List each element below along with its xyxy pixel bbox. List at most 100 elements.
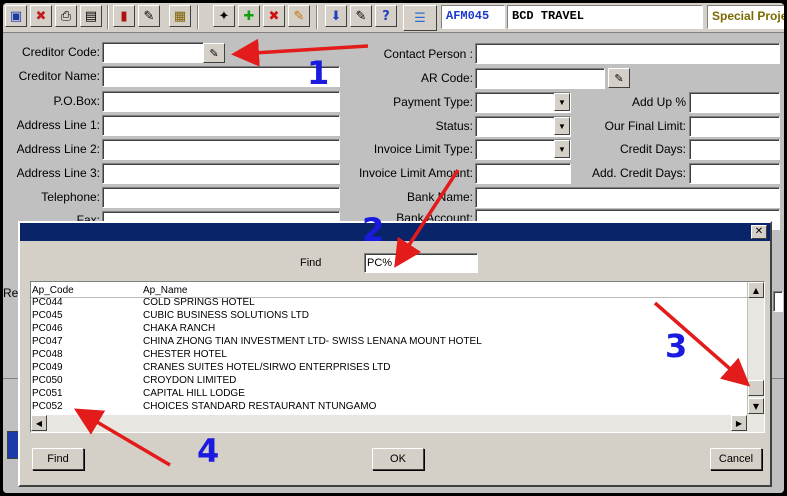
column-header-ap-name[interactable]: Ap_Name [143,285,187,296]
hidden-field [773,291,783,312]
exit-door-icon[interactable]: ▮ [113,5,135,27]
print-icon[interactable]: ⎙ [55,5,77,27]
creditor-lookup-dialog: ✕ Find PC% Ap_Code Ap_Name PC044 COLD SPR… [18,221,772,487]
toolbar-separator [316,5,318,29]
document-list-icon[interactable]: ☰ [403,5,437,31]
delete-record-icon[interactable]: ✖ [30,5,52,27]
ok-button[interactable]: OK [372,448,424,470]
add-icon[interactable]: ✚ [238,5,260,27]
chevron-down-icon[interactable]: ▼ [554,140,570,158]
results-grid: Ap_Code Ap_Name PC044 COLD SPRINGS HOTEL … [30,281,765,433]
bank-name-label: Bank Name: [406,190,473,204]
table-row[interactable]: PC046 CHAKA RANCH [31,323,749,336]
cancel-button[interactable]: Cancel [710,448,762,470]
annotation-number-1: 1 [307,54,330,92]
final-limit-label: Our Final Limit: [604,119,686,133]
ar-code-lookup-icon[interactable]: ✎ [608,68,630,88]
credit-days-input[interactable] [689,139,780,160]
bank-name-input[interactable] [475,187,780,208]
scroll-left-icon[interactable]: ◀ [31,415,47,431]
grid-header: Ap_Code Ap_Name [31,284,749,298]
wand-icon[interactable]: ✦ [213,5,235,27]
address-line-2-input[interactable] [102,139,340,160]
table-row[interactable]: PC052 CHOICES STANDARD RESTAURANT NTUNGAM… [31,401,749,414]
annotation-number-2: 2 [362,211,385,249]
toolbar-separator [197,5,199,29]
scroll-up-icon[interactable]: ▲ [748,282,764,298]
ap-code-cell: PC050 [32,375,63,386]
module-code: AFM045 [441,5,505,29]
table-row[interactable]: PC047 CHINA ZHONG TIAN INVESTMENT LTD- SW… [31,336,749,349]
close-icon[interactable]: ✕ [751,225,767,239]
address-line-3-label: Address Line 3: [16,166,100,180]
help-icon[interactable]: ? [375,5,397,27]
vertical-scrollbar[interactable]: ▲ ▼ [747,282,764,415]
ap-name-cell: CUBIC BUSINESS SOLUTIONS LTD [143,310,309,321]
chevron-down-icon[interactable]: ▼ [554,117,570,135]
ap-code-cell: PC051 [32,388,63,399]
ap-code-cell: PC048 [32,349,63,360]
table-row[interactable]: PC050 CROYDON LIMITED [31,375,749,388]
table-row[interactable]: PC045 CUBIC BUSINESS SOLUTIONS LTD [31,310,749,323]
scroll-down-icon[interactable]: ▼ [748,398,764,414]
po-box-input[interactable] [102,91,340,112]
toolbar-separator [107,5,109,29]
ar-code-label: AR Code: [420,71,473,85]
final-limit-input[interactable] [689,116,780,137]
annotation-number-3: 3 [665,327,688,365]
chevron-down-icon[interactable]: ▼ [554,93,570,111]
table-row[interactable]: PC048 CHESTER HOTEL [31,349,749,362]
creditor-code-input[interactable] [102,42,204,63]
ap-code-cell: PC049 [32,362,63,373]
pen-icon[interactable]: ✎ [138,5,160,27]
add-credit-days-input[interactable] [689,163,780,184]
scroll-right-icon[interactable]: ▶ [731,415,747,431]
address-line-2-label: Address Line 2: [16,142,100,156]
cancel-icon[interactable]: ✖ [263,5,285,27]
notes-icon[interactable]: ✎ [350,5,372,27]
ap-name-cell: CHESTER HOTEL [143,349,227,360]
contact-person-label: Contact Person : [383,47,473,61]
download-icon[interactable]: ⬇ [325,5,347,27]
print-preview-icon[interactable]: ▤ [80,5,102,27]
payment-type-label: Payment Type: [393,95,473,109]
dialog-title-bar: ✕ [20,223,770,241]
company-name: BCD TRAVEL [507,5,703,29]
add-up-label: Add Up % [631,95,686,109]
scroll-thumb[interactable] [748,380,764,396]
table-row[interactable]: PC044 COLD SPRINGS HOTEL [31,297,749,310]
address-line-3-input[interactable] [102,163,340,184]
creditor-lookup-icon[interactable]: ✎ [203,43,225,63]
find-input[interactable]: PC% [364,253,478,273]
column-header-ap-code[interactable]: Ap_Code [32,285,74,296]
invoice-limit-amount-input[interactable] [475,163,571,184]
save-icon[interactable]: ▣ [5,5,27,27]
annotation-number-4: 4 [197,432,220,470]
ap-code-cell: PC052 [32,401,63,412]
edit-pencil-icon[interactable]: ✎ [288,5,310,27]
ap-name-cell: CHINA ZHONG TIAN INVESTMENT LTD- SWISS L… [143,336,482,347]
ap-code-cell: PC044 [32,297,63,308]
telephone-label: Telephone: [41,190,100,204]
table-row[interactable]: PC049 CRANES SUITES HOTEL/SIRWO ENTERPRIS… [31,362,749,375]
po-box-label: P.O.Box: [53,94,100,108]
contact-person-input[interactable] [475,43,780,64]
ap-name-cell: CHOICES STANDARD RESTAURANT NTUNGAMO [143,401,377,412]
creditor-code-label: Creditor Code: [21,45,100,59]
creditor-name-input[interactable] [102,66,340,87]
telephone-input[interactable] [102,187,340,208]
table-row[interactable]: PC051 CAPITAL HILL LODGE [31,388,749,401]
ar-code-input[interactable] [475,68,605,89]
address-line-1-input[interactable] [102,115,340,136]
address-line-1-label: Address Line 1: [16,118,100,132]
calendar-icon[interactable]: ▦ [169,5,191,27]
add-up-input[interactable] [689,92,780,113]
app-window: ▣ ✖ ⎙ ▤ ▮ ✎ ▦ ✦ ✚ ✖ ✎ ⬇ ✎ ? ☰ AFM045 BCD… [3,3,784,493]
find-button[interactable]: Find [32,448,84,470]
project-name: Special Proje [707,5,784,29]
invoice-limit-amount-label: Invoice Limit Amount: [358,166,473,180]
add-credit-days-label: Add. Credit Days: [591,166,686,180]
ap-name-cell: CAPITAL HILL LODGE [143,388,245,399]
credit-days-label: Credit Days: [619,142,686,156]
horizontal-scrollbar[interactable]: ◀ ▶ [31,415,764,432]
